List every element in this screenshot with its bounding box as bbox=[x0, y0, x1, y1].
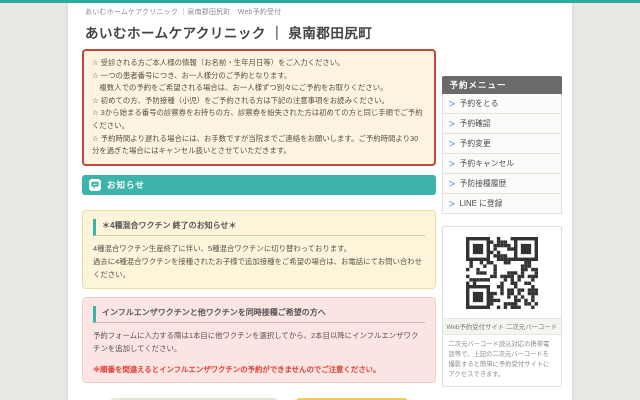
news-item-body: 4種混合ワクチン生産終了に伴い、5種混合ワクチンに切り替わっております。 過去に… bbox=[93, 242, 425, 281]
sidebar-item-cancel[interactable]: ＞ 予約キャンセル bbox=[442, 154, 562, 174]
speech-bubble-icon bbox=[89, 179, 101, 191]
sidebar-item-label: 予約確認 bbox=[460, 118, 491, 129]
news-body-line: 4種混合ワクチン生産終了に伴い、5種混合ワクチンに切り替わっております。 bbox=[93, 242, 425, 255]
sidebar-item-label: LINE に登録 bbox=[460, 198, 503, 209]
news-item-warning: ※順番を間違えるとインフルエンザワクチンの予約ができませんのでご注意ください。 bbox=[93, 364, 425, 375]
notice-line: ☆ 3から始まる番号の診察券をお持ちの方、診察券を紛失された方は初めての方と同じ… bbox=[92, 107, 426, 132]
notice-line: ☆ 受診される方ご本人様の情報（お名前・生年月日等）をご入力ください。 bbox=[92, 57, 426, 70]
page-card: あいむホームケアクリニック ｜泉南郡田尻町 Web予約受付 あいむホームケアクリ… bbox=[68, 0, 572, 400]
page-title: あいむホームケアクリニック ｜ 泉南郡田尻町 bbox=[68, 17, 572, 49]
notice-line: ☆ 一つの患者番号につき、お一人様分のご予約となります。 bbox=[92, 70, 426, 83]
qr-card: Web予約受付サイト 二次元バーコード 二次元バーコード読込対応の携帯電話等で、… bbox=[442, 226, 562, 387]
sidebar-item-change[interactable]: ＞ 予約変更 bbox=[442, 134, 562, 154]
important-notice-box: ☆ 受診される方ご本人様の情報（お名前・生年月日等）をご入力ください。 ☆ 一つ… bbox=[82, 49, 436, 166]
chevron-right-icon: ＞ bbox=[449, 179, 456, 189]
chevron-right-icon: ＞ bbox=[449, 119, 456, 129]
sidebar-item-reserve[interactable]: ＞ 予約をとる bbox=[442, 94, 562, 114]
news-item-body: 予約フォームに入力する際は1本目に他ワクチンを選択してから、2本目以降にインフル… bbox=[93, 329, 425, 355]
news-card-influenza: インフルエンザワクチンと他ワクチンを同時接種ご希望の方へ 予約フォームに入力する… bbox=[82, 297, 436, 383]
notice-line: ☆ 初めての方、予防接種（小児）をご予約される方は下記の注意事項をお読みください… bbox=[92, 95, 426, 108]
qr-caption: Web予約受付サイト 二次元バーコード bbox=[443, 318, 561, 335]
qr-description: 二次元バーコード読込対応の携帯電話等で、上記の二次元バーコードを撮影すると簡単に… bbox=[443, 335, 561, 382]
qr-code bbox=[466, 237, 538, 309]
chevron-right-icon: ＞ bbox=[449, 199, 456, 209]
main-column: ☆ 受診される方ご本人様の情報（お名前・生年月日等）をご入力ください。 ☆ 一つ… bbox=[82, 49, 436, 400]
news-item-title: インフルエンザワクチンと他ワクチンを同時接種ご希望の方へ bbox=[93, 306, 425, 323]
news-section-header: お知らせ bbox=[82, 175, 436, 195]
sidebar: 予約メニュー ＞ 予約をとる ＞ 予約確認 ＞ 予約変更 ＞ 予約キャンセル ＞… bbox=[442, 49, 562, 400]
sidebar-item-line-register[interactable]: ＞ LINE に登録 bbox=[442, 194, 562, 214]
chevron-right-icon: ＞ bbox=[449, 139, 456, 149]
sidebar-item-vaccination-history[interactable]: ＞ 予防接種履歴 bbox=[442, 174, 562, 194]
breadcrumb: あいむホームケアクリニック ｜泉南郡田尻町 Web予約受付 bbox=[68, 3, 572, 17]
news-item-title: ＊4種混合ワクチン 終了のお知らせ＊ bbox=[93, 219, 425, 236]
news-section-title: お知らせ bbox=[107, 179, 145, 191]
sidebar-item-label: 予約をとる bbox=[460, 98, 499, 109]
top-accent-bar bbox=[0, 0, 640, 3]
notice-line: ☆ 予約時間より遅れる場合には、お手数ですが当院までご連絡をお願いします。ご予約… bbox=[92, 133, 426, 158]
notice-line: 複数人での予約をご希望される場合は、お一人様ずつ別々にご予約をお取りください。 bbox=[92, 82, 426, 95]
sidebar-item-label: 予防接種履歴 bbox=[460, 178, 507, 189]
chevron-right-icon: ＞ bbox=[449, 159, 456, 169]
reservation-menu-header: 予約メニュー bbox=[442, 76, 562, 94]
sidebar-item-label: 予約キャンセル bbox=[460, 158, 515, 169]
news-card-vaccine-end: ＊4種混合ワクチン 終了のお知らせ＊ 4種混合ワクチン生産終了に伴い、5種混合ワ… bbox=[82, 210, 436, 289]
sidebar-item-label: 予約変更 bbox=[460, 138, 491, 149]
sidebar-item-confirm[interactable]: ＞ 予約確認 bbox=[442, 114, 562, 134]
chevron-right-icon: ＞ bbox=[449, 99, 456, 109]
news-body-line: 過去に4種混合ワクチンを接種されたお子様で追加接種をご希望の場合は、お電話にてお… bbox=[93, 255, 425, 281]
